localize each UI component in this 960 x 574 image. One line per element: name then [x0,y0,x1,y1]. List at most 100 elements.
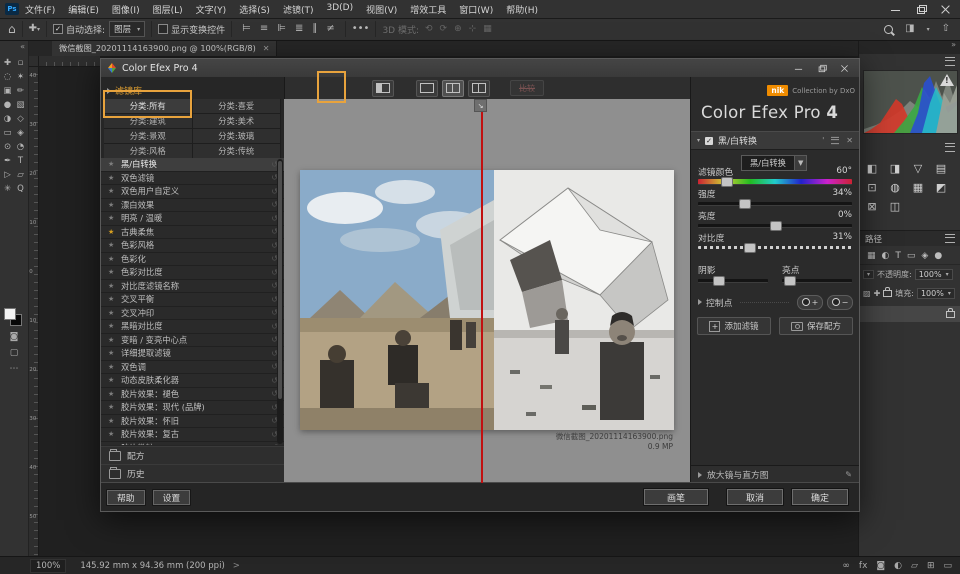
category-button[interactable]: 分类:美术 [192,114,281,129]
slider-handle[interactable] [712,276,725,286]
split-view-icon[interactable] [442,79,464,97]
favorite-star-icon[interactable]: ★ [108,295,116,303]
menu-item[interactable]: 选择(S) [239,3,270,16]
category-button[interactable]: 分类:传统 [192,144,281,159]
favorite-star-icon[interactable]: ★ [108,322,116,330]
brush-button[interactable]: 画笔 [643,488,709,506]
favorite-star-icon[interactable]: ★ [108,228,116,236]
menu-item[interactable]: 3D(D) [326,3,353,16]
loupe-histogram-row[interactable]: 放大镜与直方图 ✎ [691,465,859,483]
favorite-star-icon[interactable]: ★ [108,214,116,222]
link-layers-icon[interactable]: ∞ [842,561,850,571]
screen-mode-icon[interactable]: ▢ [10,348,19,358]
category-button[interactable]: 分类:喜爱 [192,99,281,114]
favorite-star-icon[interactable]: ★ [108,390,116,398]
favorite-star-icon[interactable]: ★ [108,309,116,317]
dock-collapse-icon[interactable]: » [859,40,960,54]
filter-list-item[interactable]: ★ 交叉平衡 ↺ [101,293,284,307]
layer-mask-icon[interactable]: ◙ [876,561,885,571]
control-points-triangle-icon[interactable] [698,299,702,305]
compare-button[interactable]: 比较 [510,80,544,96]
filter-shape-icon[interactable]: ▭ [907,251,916,261]
history-brush-tool-icon[interactable]: ◇ [14,112,27,126]
menu-item[interactable]: 帮助(H) [506,3,538,16]
channel-mixer-icon[interactable]: ◫ [888,200,902,213]
filter-list-item[interactable]: ★ 胶片效果：怀旧 ↺ [101,414,284,428]
favorite-star-icon[interactable]: ★ [108,201,116,209]
favorite-star-icon[interactable]: ★ [108,187,116,195]
dialog-minimize-icon[interactable] [794,64,803,71]
slider-track[interactable] [698,279,768,283]
settings-button[interactable]: 设置 [151,488,192,506]
workspace-switcher-icon[interactable]: ◨ [905,24,914,34]
loupe-tool-icon[interactable]: ✎ [845,470,852,479]
new-layer-icon[interactable]: ⊞ [927,561,935,571]
slider-handle[interactable] [784,276,796,286]
favorite-star-icon[interactable]: ★ [108,417,116,425]
tool-preset-chevron-icon[interactable]: ▾ [37,26,40,33]
save-recipe-button[interactable]: 保存配方 [779,317,853,335]
slider-track[interactable] [698,202,852,206]
favorite-star-icon[interactable]: ★ [108,268,116,276]
menu-item[interactable]: 文件(F) [25,3,55,16]
curves-icon[interactable]: ▽ [911,162,925,175]
auto-select-target-dropdown[interactable]: 图层 ▾ [109,21,146,37]
distribute-icon[interactable]: ≣ [295,24,303,34]
split-handle-icon[interactable]: ↘ [474,99,487,112]
edit-toolbar-icon[interactable]: ⋯ [10,364,19,374]
remove-control-point-button[interactable]: − [827,294,853,310]
filter-list-item[interactable]: ★ 交叉冲印 ↺ [101,306,284,320]
exposure-icon[interactable]: ▤ [934,162,948,175]
tab-paths[interactable]: 路径 [865,233,882,245]
favorite-star-icon[interactable]: ★ [108,160,116,168]
opacity-dropdown[interactable]: 100% ▾ [914,269,953,280]
delete-layer-icon[interactable]: ▭ [943,561,952,571]
help-button[interactable]: 帮助 [106,488,146,506]
favorite-star-icon[interactable]: ★ [108,444,116,445]
favorite-star-icon[interactable]: ★ [108,282,116,290]
minimize-icon[interactable] [891,5,900,14]
favorite-star-icon[interactable]: ★ [108,349,116,357]
restore-icon[interactable] [916,4,927,14]
category-button[interactable]: 分类:玻璃 [192,129,281,144]
lock-all-icon[interactable] [883,287,893,297]
photo-filter-icon[interactable]: ⊠ [865,200,879,213]
more-options-icon[interactable]: ••• [352,24,370,34]
filter-list-item[interactable]: ★ 变暗 / 变亮中心点 ↺ [101,333,284,347]
align-right-icon[interactable]: ⊫ [277,24,286,34]
filter-close-icon[interactable]: ✕ [846,136,853,145]
filter-list-item[interactable]: ★ 动态皮肤柔化器 ↺ [101,374,284,388]
filter-list-item[interactable]: ★ 详细提取滤镜 ↺ [101,347,284,361]
foreground-color-swatch[interactable] [4,308,16,320]
filter-smartobject-icon[interactable]: ◈ [921,251,928,261]
hue-saturation-icon[interactable]: ◍ [888,181,902,194]
filter-list-item[interactable]: ★ 双色滤镜 ↺ [101,171,284,185]
filter-toggle-icon[interactable]: ● [934,251,942,261]
menu-item[interactable]: 图层(L) [153,3,183,16]
slider-handle[interactable] [770,221,782,231]
filter-reset-icon[interactable]: ↺ [271,443,278,445]
type-tool-icon[interactable]: T [14,154,27,168]
favorite-star-icon[interactable]: ★ [108,336,116,344]
fill-dropdown[interactable]: 100% ▾ [916,288,955,299]
filter-adjustment-icon[interactable]: ◐ [882,251,890,261]
filter-list-item[interactable]: ★ 双色调 ↺ [101,360,284,374]
menu-item[interactable]: 滤镜(T) [283,3,314,16]
toolbar-collapse-icon[interactable]: « [20,42,25,51]
category-button[interactable]: 分类:风格 [104,144,193,159]
filter-menu-icon[interactable] [831,136,840,145]
filter-library-header[interactable]: 滤镜库 [107,84,142,97]
move-tool-preset-icon[interactable]: ✚ [29,24,37,34]
blur-tool-icon[interactable]: ⊙ [1,140,14,154]
document-tab[interactable]: 微信截图_20201114163900.png @ 100%(RGB/8) ✕ [52,40,278,56]
filter-list-scrollbar[interactable] [277,159,283,444]
favorite-star-icon[interactable]: ★ [108,241,116,249]
collapse-chevron-icon[interactable]: ▾ [697,137,700,144]
filter-pixel-icon[interactable]: ▦ [867,251,876,261]
quick-mask-icon[interactable]: ◙ [10,332,19,342]
filter-list-item[interactable]: ★ 明亮 / 温暖 ↺ [101,212,284,226]
filter-list-item[interactable]: ★ 黑暗对比度 ↺ [101,320,284,334]
slider-handle[interactable] [720,177,733,187]
favorite-star-icon[interactable]: ★ [108,255,116,263]
close-icon[interactable] [941,5,950,14]
